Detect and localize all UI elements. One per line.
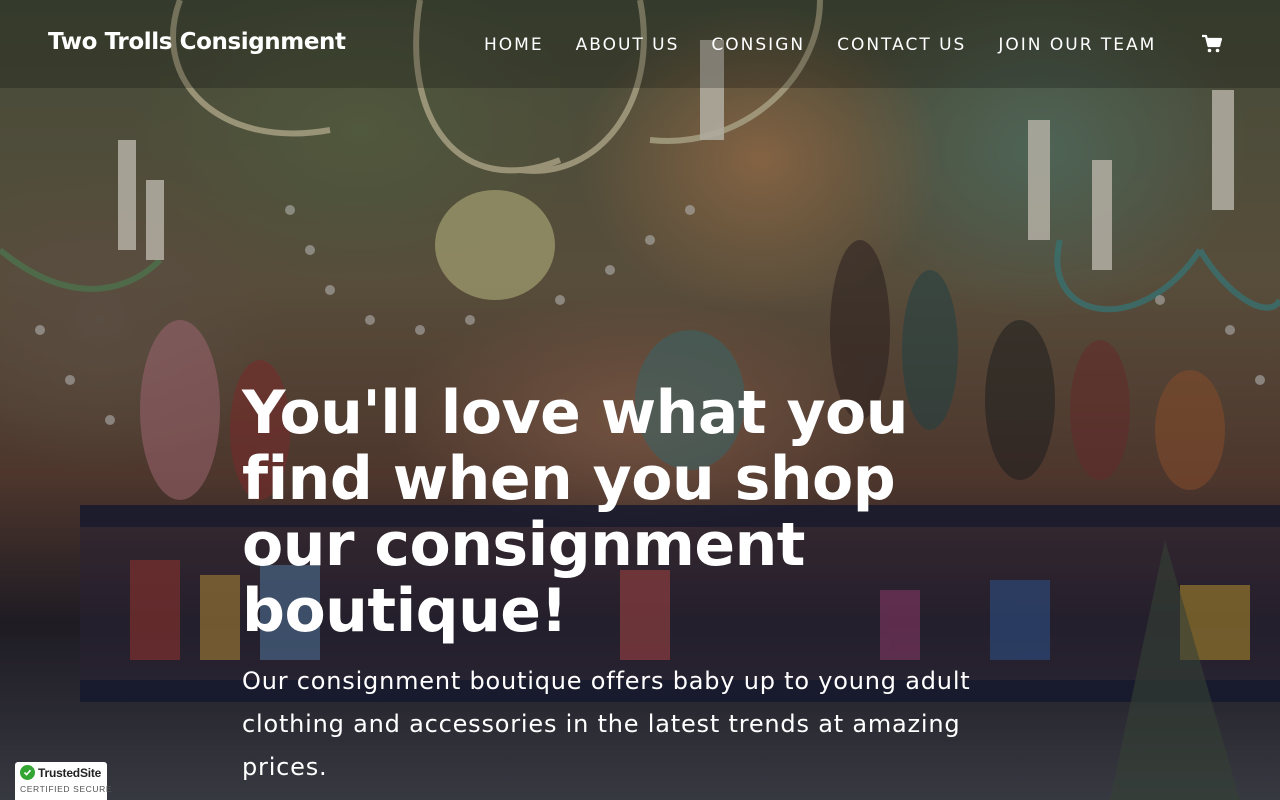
shopping-cart-icon[interactable] xyxy=(1200,32,1224,56)
cart-glyph xyxy=(1202,34,1223,53)
trustedsite-badge[interactable]: TrustedSite CERTIFIED SECURE xyxy=(15,762,113,800)
nav-home[interactable]: HOME xyxy=(484,34,544,56)
nav-consign[interactable]: CONSIGN xyxy=(711,34,805,56)
trust-badge-name: TrustedSite xyxy=(38,765,102,780)
main-navigation: HOME ABOUT US CONSIGN CONTACT US JOIN OU… xyxy=(484,34,1156,56)
nav-contact-us[interactable]: CONTACT US xyxy=(837,34,966,56)
checkmark-icon xyxy=(20,765,35,780)
nav-about-us[interactable]: ABOUT US xyxy=(576,34,680,56)
hero-title: You'll love what you find when you shop … xyxy=(242,378,909,646)
hero-section: You'll love what you find when you shop … xyxy=(242,380,1062,789)
trust-badge-tagline: CERTIFIED SECURE xyxy=(20,784,113,794)
hero-subtitle: Our consignment boutique offers baby up … xyxy=(242,667,971,781)
trust-badge-top: TrustedSite xyxy=(20,765,102,780)
nav-join-our-team[interactable]: JOIN OUR TEAM xyxy=(998,34,1156,56)
brand-logo-link[interactable]: Two Trolls Consignment xyxy=(48,29,346,55)
